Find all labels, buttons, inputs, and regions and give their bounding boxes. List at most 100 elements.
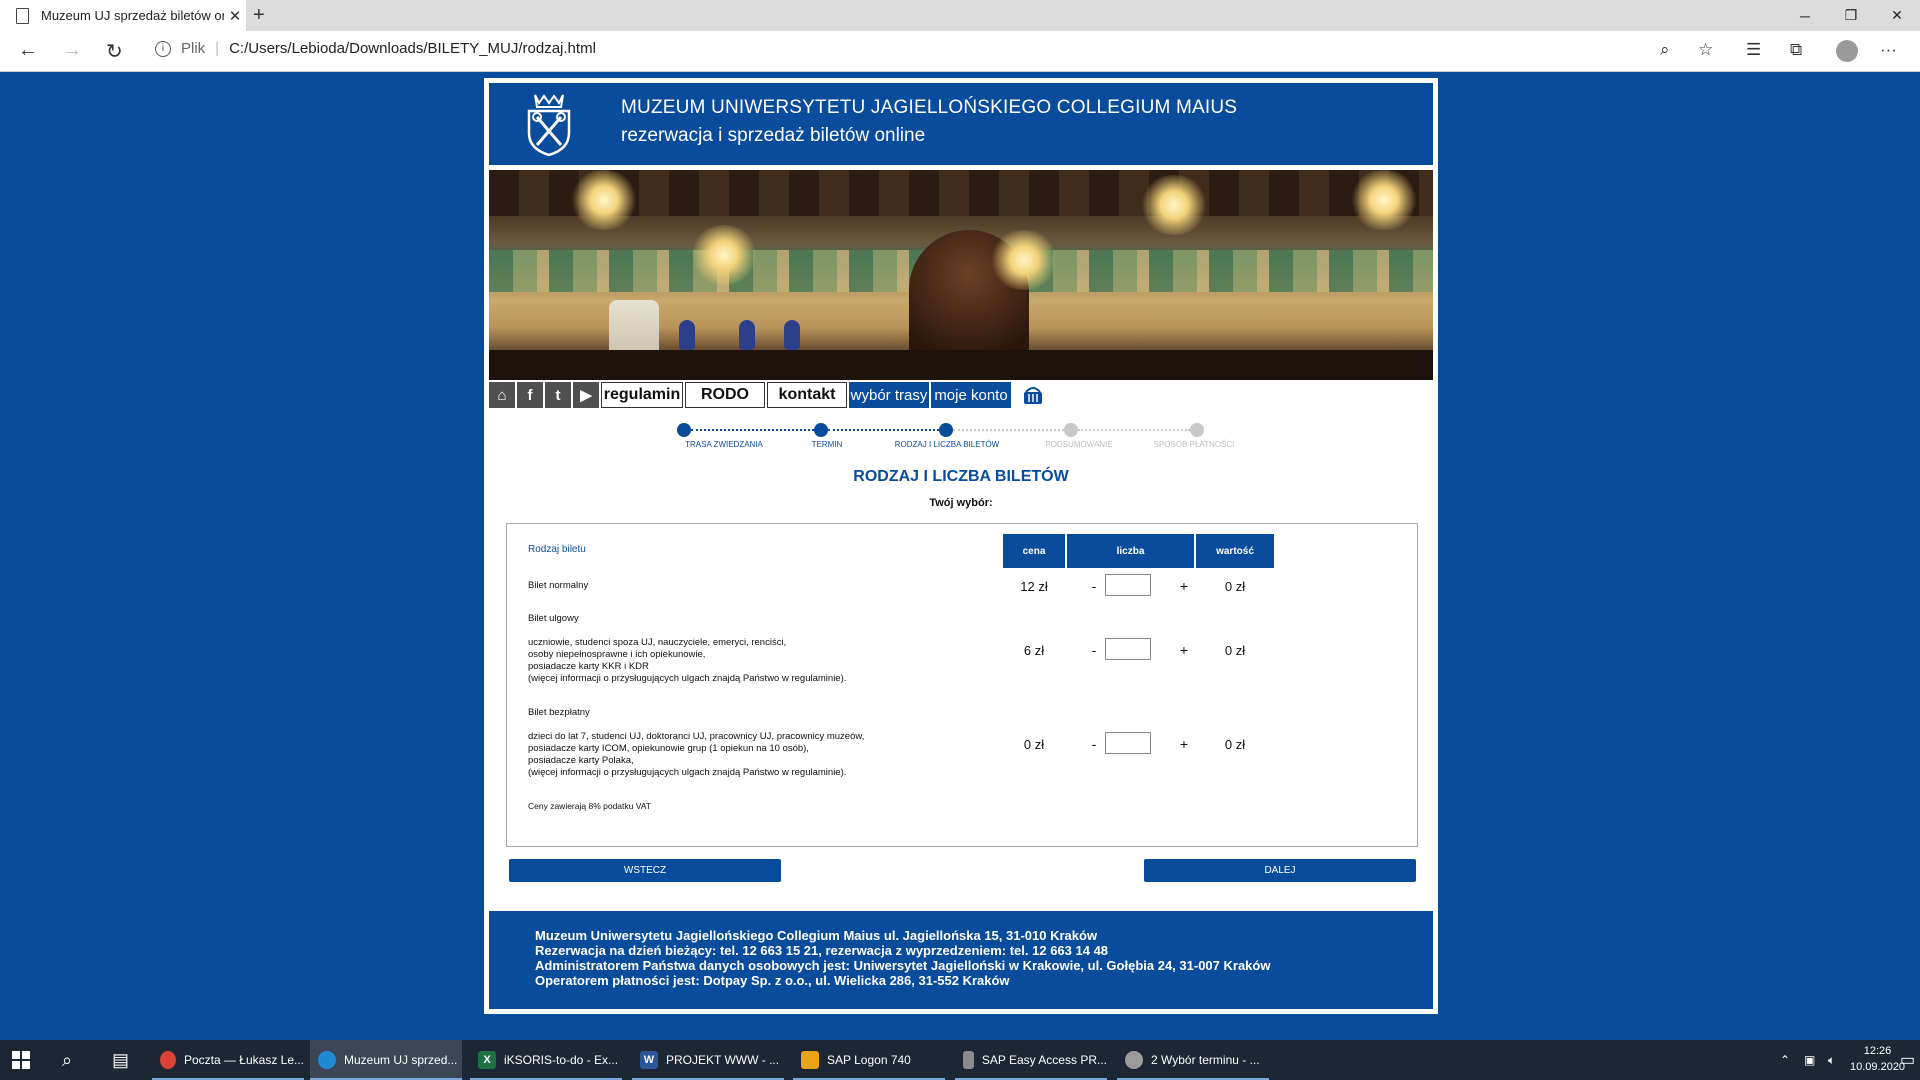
sap-gui-icon xyxy=(1125,1051,1143,1069)
ticket-price: 6 zł xyxy=(1023,643,1045,658)
museum-subtitle: rezerwacja i sprzedaż biletów online xyxy=(621,125,926,146)
step-dot xyxy=(677,423,691,437)
decrease-button[interactable]: - xyxy=(1084,642,1104,658)
choice-label: Twój wybór: xyxy=(929,497,993,509)
quantity-input[interactable] xyxy=(1105,732,1151,754)
increase-button[interactable]: + xyxy=(1174,642,1194,658)
windows-taskbar: ⌕ ▤ Poczta — Łukasz Le... Muzeum UJ sprz… xyxy=(0,1040,1920,1080)
collections-icon[interactable]: ⧉ xyxy=(1790,40,1802,60)
footer-line: Rezerwacja na dzień bieżący: tel. 12 663… xyxy=(535,943,1109,958)
page-icon xyxy=(16,7,29,24)
step-dot xyxy=(814,423,828,437)
clock-date: 10.09.2020 xyxy=(1850,1061,1906,1073)
chevron-up-icon[interactable]: ⌃ xyxy=(1780,1040,1790,1080)
step-label: TERMIN xyxy=(811,440,843,449)
zoom-icon[interactable]: ⌕ xyxy=(1660,40,1670,60)
taskbar-clock[interactable]: 12:26 10.09.2020 xyxy=(1850,1043,1905,1075)
browser-tab-active[interactable]: Muzeum UJ sprzedaż biletów on ✕ xyxy=(0,0,246,31)
restore-icon[interactable]: ❐ xyxy=(1828,0,1874,31)
nav-wybor-trasy[interactable]: wybór trasy xyxy=(849,382,929,408)
clock-time: 12:26 xyxy=(1863,1045,1892,1057)
taskbar-app[interactable]: Poczta — Łukasz Le... xyxy=(152,1040,304,1080)
new-tab-button[interactable]: + xyxy=(253,4,265,27)
ticket-description: uczniowie, studenci spoza UJ, nauczyciel… xyxy=(528,637,847,684)
browser-tab-bar: Muzeum UJ sprzedaż biletów on ✕ + ─ ❐ ✕ xyxy=(0,0,1920,31)
ticket-price: 0 zł xyxy=(1023,737,1045,752)
ticket-table: Rodzaj biletu cena liczba wartość Bilet … xyxy=(506,523,1418,847)
page-title: RODZAJ I LICZBA BILETÓW xyxy=(853,468,1069,485)
volume-icon[interactable]: 🔈︎ xyxy=(1828,1040,1835,1080)
ticket-name: Bilet bezpłatny xyxy=(528,707,590,718)
start-button[interactable] xyxy=(12,1040,36,1080)
more-menu-icon[interactable]: ··· xyxy=(1880,40,1897,60)
col-header-qty: liczba xyxy=(1067,534,1194,568)
vat-note: Ceny zawierają 8% podatku VAT xyxy=(528,801,651,811)
nav-rodo[interactable]: RODO xyxy=(685,382,765,408)
twitter-icon[interactable]: t xyxy=(545,382,571,408)
url-separator: | xyxy=(215,40,220,57)
footer-line: Operatorem płatności jest: Dotpay Sp. z … xyxy=(535,973,1010,988)
url-field[interactable]: i Plik | C:/Users/Lebioda/Downloads/BILE… xyxy=(155,40,596,57)
increase-button[interactable]: + xyxy=(1174,578,1194,594)
minimize-icon[interactable]: ─ xyxy=(1782,0,1828,31)
sap-logon-icon xyxy=(801,1051,819,1069)
nav-moje-konto[interactable]: moje konto xyxy=(931,382,1011,408)
back-arrow-icon[interactable]: ← xyxy=(18,39,38,62)
ticket-name: Bilet ulgowy xyxy=(528,613,579,624)
reload-icon[interactable]: ↻ xyxy=(106,39,123,64)
play-icon[interactable]: ▶ xyxy=(573,382,599,408)
excel-icon: X xyxy=(478,1051,496,1069)
back-button[interactable]: WSTECZ xyxy=(509,859,781,882)
taskbar-app[interactable]: SAP Logon 740 xyxy=(793,1040,945,1080)
profile-avatar[interactable] xyxy=(1836,40,1858,62)
increase-button[interactable]: + xyxy=(1174,736,1194,752)
forward-arrow-icon[interactable]: → xyxy=(62,39,82,62)
page-footer: Muzeum Uniwersytetu Jagiellońskiego Coll… xyxy=(489,911,1433,1009)
col-header-value: wartość xyxy=(1196,534,1274,568)
progress-steps: TRASA ZWIEDZANIA TERMIN RODZAJ I LICZBA … xyxy=(484,423,1438,463)
url-text[interactable]: C:/Users/Lebioda/Downloads/BILETY_MUJ/ro… xyxy=(229,40,596,57)
taskbar-app[interactable]: 2 Wybór terminu - ... xyxy=(1117,1040,1269,1080)
taskbar-app[interactable]: W PROJEKT WWW - ... xyxy=(632,1040,784,1080)
notification-icon[interactable]: ▭ xyxy=(1900,1040,1915,1080)
taskbar-app[interactable]: SAP Easy Access PR... xyxy=(955,1040,1107,1080)
nav-regulamin[interactable]: regulamin xyxy=(601,382,683,408)
step-label: PODSUMOWANIE xyxy=(1045,440,1113,449)
decrease-button[interactable]: - xyxy=(1084,736,1104,752)
ticket-price: 12 zł xyxy=(1020,579,1048,594)
step-dot xyxy=(939,423,953,437)
next-button[interactable]: DALEJ xyxy=(1144,859,1416,882)
step-label: SPOSÓB PŁATNOŚCI xyxy=(1153,440,1235,449)
windows-logo-icon xyxy=(12,1051,30,1069)
search-icon[interactable]: ⌕ xyxy=(62,1040,72,1080)
favorites-list-icon[interactable]: ☰ xyxy=(1746,40,1761,60)
nav-kontakt[interactable]: kontakt xyxy=(767,382,847,408)
home-icon[interactable]: ⌂ xyxy=(489,382,515,408)
close-window-icon[interactable]: ✕ xyxy=(1874,0,1920,31)
info-icon[interactable]: i xyxy=(155,40,171,57)
taskbar-app[interactable]: X iKSORIS-to-do - Ex... xyxy=(470,1040,622,1080)
task-view-icon[interactable]: ▤ xyxy=(112,1040,129,1080)
decrease-button[interactable]: - xyxy=(1084,578,1104,594)
close-tab-icon[interactable]: ✕ xyxy=(224,7,246,25)
facebook-icon[interactable]: f xyxy=(517,382,543,408)
footer-line: Muzeum Uniwersytetu Jagiellońskiego Coll… xyxy=(535,928,1098,943)
ticket-value: 0 zł xyxy=(1224,737,1246,752)
ticket-name: Bilet normalny xyxy=(528,580,589,591)
museum-title: MUZEUM UNIWERSYTETU JAGIELLOŃSKIEGO COLL… xyxy=(621,97,1238,118)
page-header: MUZEUM UNIWERSYTETU JAGIELLOŃSKIEGO COLL… xyxy=(489,83,1433,165)
quantity-input[interactable] xyxy=(1105,638,1151,660)
tab-title: Muzeum UJ sprzedaż biletów on xyxy=(41,8,224,23)
quantity-input[interactable] xyxy=(1105,574,1151,596)
footer-line: Administratorem Państwa danych osobowych… xyxy=(535,958,1271,973)
network-icon[interactable]: ▣ xyxy=(1804,1040,1815,1080)
sap-window-icon xyxy=(963,1051,974,1069)
favorite-star-icon[interactable]: ☆ xyxy=(1698,40,1713,60)
url-scheme-label: Plik xyxy=(181,40,206,57)
basket-icon[interactable] xyxy=(1022,384,1044,406)
museum-page: MUZEUM UNIWERSYTETU JAGIELLOŃSKIEGO COLL… xyxy=(484,78,1438,1014)
taskbar-app[interactable]: Muzeum UJ sprzed... xyxy=(310,1040,462,1080)
chrome-icon xyxy=(160,1051,176,1069)
step-dot xyxy=(1190,423,1204,437)
top-navigation: ⌂ f t ▶ regulamin RODO kontakt wybór tra… xyxy=(489,380,1433,408)
